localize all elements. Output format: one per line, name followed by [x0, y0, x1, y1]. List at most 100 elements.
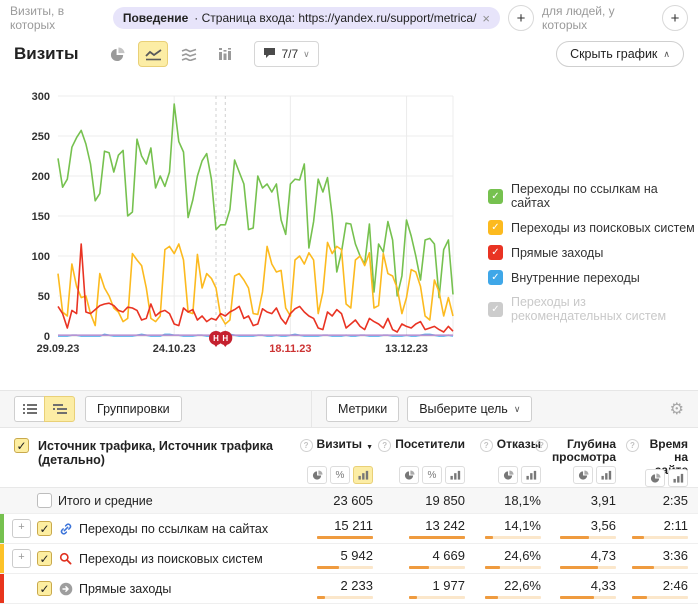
- chevron-up-icon: ∧: [663, 49, 670, 60]
- legend-checkbox[interactable]: ✓: [488, 302, 503, 317]
- help-icon[interactable]: ?: [626, 439, 639, 452]
- sort-desc-icon: ▼: [366, 441, 373, 454]
- y-axis-tick: 200: [32, 171, 50, 183]
- metric-value-cell: 3:36: [626, 544, 698, 573]
- column-header[interactable]: ?Глубина просмотра: [551, 428, 626, 487]
- help-icon[interactable]: ?: [535, 439, 548, 452]
- legend-item[interactable]: ✓Переходы из рекомендательных систем: [488, 295, 698, 323]
- metric-value: 5 942: [340, 548, 373, 563]
- annotation-marker-label: Н: [222, 334, 228, 343]
- metric-value-cell: 3,91: [551, 488, 626, 513]
- metric-bar: [485, 566, 541, 569]
- metric-bar: [409, 536, 465, 539]
- pie-toggle-button[interactable]: [645, 469, 665, 487]
- metric-bar: [485, 596, 541, 599]
- chevron-down-icon: ∨: [514, 404, 521, 415]
- help-icon[interactable]: ?: [480, 439, 493, 452]
- percent-toggle-button[interactable]: %: [330, 466, 350, 484]
- row-checkbox[interactable]: ✓: [37, 581, 52, 596]
- filter-prefix-label: Визиты, в которых: [10, 4, 105, 32]
- x-axis-tick: 29.09.23: [37, 343, 80, 355]
- pie-toggle-button[interactable]: [399, 466, 419, 484]
- table-row: ✓Прямые заходы2 2331 97722,6%4,332:46: [0, 574, 698, 604]
- add-segment-button[interactable]: +: [508, 5, 534, 31]
- people-filter-label: для людей, у которых: [542, 4, 654, 32]
- page-title: Визиты: [14, 44, 78, 64]
- section-header: Визиты 7/7 ∨ Скрыть график ∧: [0, 36, 698, 72]
- percent-toggle-button[interactable]: %: [422, 466, 442, 484]
- view-tree-button[interactable]: [44, 396, 75, 422]
- metric-bar: [317, 566, 373, 569]
- metric-value-cell: 2:46: [626, 574, 698, 603]
- add-people-filter-button[interactable]: +: [662, 5, 688, 31]
- legend-checkbox[interactable]: ✓: [488, 245, 503, 260]
- pie-toggle-button[interactable]: [498, 466, 518, 484]
- row-checkbox[interactable]: [37, 493, 52, 508]
- metric-value: 2:35: [663, 493, 688, 508]
- metric-value-cell: 19 850: [383, 488, 475, 513]
- legend-item[interactable]: ✓Переходы по ссылкам на сайтах: [488, 182, 698, 210]
- metric-value-cell: 23 605: [311, 488, 383, 513]
- bar-toggle-button[interactable]: [596, 466, 616, 484]
- row-label[interactable]: Переходы по ссылкам на сайтах: [79, 522, 268, 536]
- gear-icon[interactable]: ⚙: [670, 399, 684, 419]
- groupings-button[interactable]: Группировки: [85, 396, 182, 422]
- chart-legend: ✓Переходы по ссылкам на сайтах ✓Переходы …: [488, 172, 698, 333]
- row-label[interactable]: Прямые заходы: [79, 582, 171, 596]
- metric-value: 13 242: [425, 518, 465, 533]
- help-icon[interactable]: ?: [378, 439, 391, 452]
- row-label[interactable]: Переходы из поисковых систем: [79, 552, 263, 566]
- metric-value-cell: 2:11: [626, 514, 698, 543]
- row-color-stripe: [0, 574, 4, 603]
- bar-toggle-button[interactable]: [521, 466, 541, 484]
- choose-goal-dropdown[interactable]: Выберите цель ∨: [407, 396, 532, 422]
- metric-value: 1 977: [432, 578, 465, 593]
- metric-value-cell: 3,56: [551, 514, 626, 543]
- y-axis-tick: 300: [32, 91, 50, 103]
- chart-type-stacked-button[interactable]: [174, 41, 204, 67]
- metric-value: 22,6%: [504, 578, 541, 593]
- close-icon[interactable]: ×: [482, 12, 490, 25]
- bar-toggle-button[interactable]: [353, 466, 373, 484]
- chart-type-line-button[interactable]: [138, 41, 168, 67]
- select-all-checkbox[interactable]: ✓: [14, 438, 29, 453]
- legend-checkbox[interactable]: ✓: [488, 220, 503, 235]
- bar-toggle-button[interactable]: [668, 469, 688, 487]
- legend-item[interactable]: ✓Прямые заходы: [488, 245, 698, 260]
- column-header[interactable]: ?Посетители%: [383, 428, 475, 487]
- metric-value: 2:46: [663, 578, 688, 593]
- row-color-stripe: [0, 544, 4, 573]
- y-axis-tick: 250: [32, 131, 50, 143]
- column-header[interactable]: ?Время на сайте: [626, 428, 698, 487]
- metric-value: 18,1%: [504, 493, 541, 508]
- column-header[interactable]: ?Визиты▼%: [311, 428, 383, 487]
- metrics-button[interactable]: Метрики: [326, 396, 399, 422]
- legend-item[interactable]: ✓Внутренние переходы: [488, 270, 698, 285]
- legend-checkbox[interactable]: ✓: [488, 189, 503, 204]
- row-checkbox[interactable]: ✓: [37, 521, 52, 536]
- x-axis-tick: 18.11.23: [269, 343, 311, 355]
- expand-button[interactable]: +: [12, 519, 31, 538]
- metric-bar: [560, 566, 616, 569]
- view-list-button[interactable]: [14, 396, 44, 422]
- bar-toggle-button[interactable]: [445, 466, 465, 484]
- row-checkbox[interactable]: ✓: [37, 551, 52, 566]
- metric-value: 3:36: [663, 548, 688, 563]
- hide-chart-button[interactable]: Скрыть график ∧: [556, 41, 684, 67]
- chart-type-columns-button[interactable]: [210, 41, 240, 67]
- pie-toggle-button[interactable]: [573, 466, 593, 484]
- filter-bar: Визиты, в которых Поведение · Страница в…: [0, 0, 698, 36]
- chart-type-pie-button[interactable]: [102, 41, 132, 67]
- legend-item[interactable]: ✓Переходы из поисковых систем: [488, 220, 698, 235]
- totals-row: Итого и средние23 60519 85018,1%3,912:35: [0, 488, 698, 514]
- metric-value: 15 211: [334, 518, 373, 533]
- help-icon[interactable]: ?: [300, 439, 313, 452]
- comments-count: 7/7: [281, 47, 298, 61]
- expand-button[interactable]: +: [12, 549, 31, 568]
- metric-value-cell: 15 211: [311, 514, 383, 543]
- metric-bar: [409, 566, 465, 569]
- comments-dropdown[interactable]: 7/7 ∨: [254, 41, 318, 67]
- pie-toggle-button[interactable]: [307, 466, 327, 484]
- legend-checkbox[interactable]: ✓: [488, 270, 503, 285]
- segment-chip[interactable]: Поведение · Страница входа: https://yand…: [113, 7, 500, 29]
